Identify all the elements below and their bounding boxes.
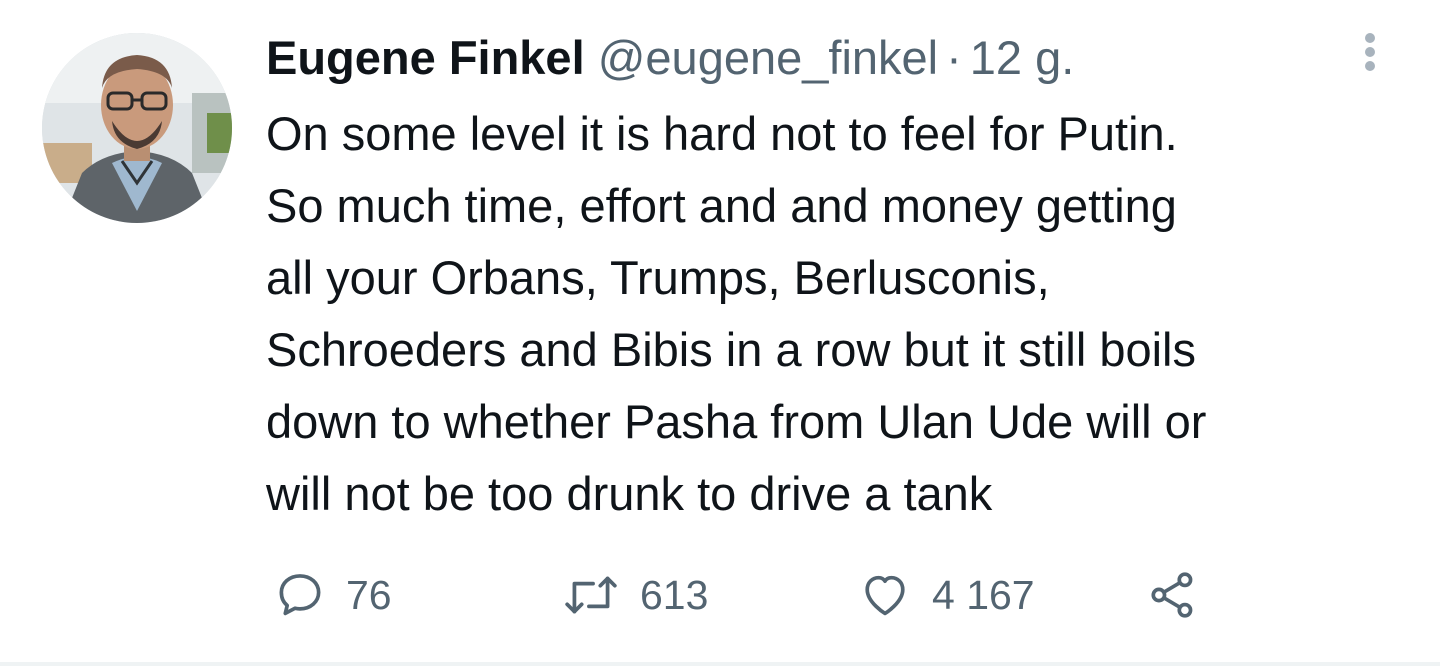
heart-icon [865, 575, 905, 616]
retweet-button[interactable]: 613 [562, 565, 708, 625]
tweet-text-line: So much time, effort and and money getti… [266, 179, 1177, 232]
tweet-actions: 76 613 4 167 [266, 565, 1266, 625]
tweet-text: On some level it is hard not to feel for… [266, 98, 1426, 530]
tweet-text-line: Schroeders and Bibis in a row but it sti… [266, 323, 1196, 376]
tweet: Eugene Finkel @eugene_finkel · 12 g. On so… [0, 0, 1440, 666]
reply-button[interactable]: 76 [274, 565, 392, 625]
retweet-count: 613 [640, 571, 709, 618]
retweet-icon [565, 576, 617, 614]
tweet-header: Eugene Finkel @eugene_finkel · 12 g. [266, 26, 1074, 90]
reply-bubble-icon [279, 574, 321, 616]
header-separator: · [946, 31, 962, 84]
author-avatar[interactable] [42, 33, 232, 223]
more-options-button[interactable] [1352, 30, 1388, 78]
tweet-text-line: down to whether Pasha from Ulan Ude will… [266, 395, 1207, 448]
more-vertical-icon [1352, 33, 1388, 71]
like-button[interactable]: 4 167 [858, 565, 1035, 625]
reply-count: 76 [346, 571, 392, 618]
like-count: 4 167 [932, 571, 1035, 618]
avatar-image [42, 33, 232, 223]
tweet-divider [0, 662, 1440, 666]
tweet-text-line: will not be too drunk to drive a tank [266, 467, 993, 520]
tweet-text-line: On some level it is hard not to feel for… [266, 107, 1178, 160]
tweet-text-line: all your Orbans, Trumps, Berlusconis, [266, 251, 1050, 304]
author-handle[interactable]: @eugene_finkel [598, 31, 938, 84]
tweet-time[interactable]: 12 g. [970, 31, 1075, 84]
share-button[interactable] [1146, 565, 1200, 625]
share-icon [1151, 572, 1193, 618]
author-name[interactable]: Eugene Finkel [266, 31, 585, 84]
